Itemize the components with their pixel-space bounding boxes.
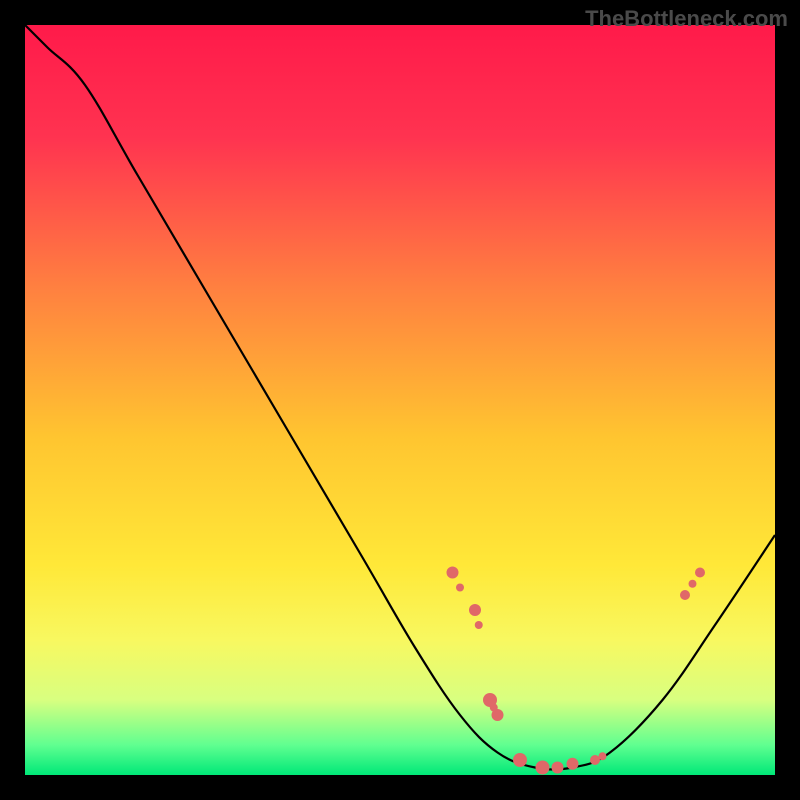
data-marker — [680, 590, 690, 600]
data-marker — [599, 752, 607, 760]
data-marker — [590, 755, 600, 765]
chart-container: TheBottleneck.com — [0, 0, 800, 800]
data-marker — [689, 580, 697, 588]
data-marker — [695, 568, 705, 578]
bottleneck-chart — [25, 25, 775, 775]
data-marker — [513, 753, 527, 767]
watermark-text: TheBottleneck.com — [585, 6, 788, 32]
data-marker — [469, 604, 481, 616]
data-marker — [552, 762, 564, 774]
data-marker — [447, 567, 459, 579]
gradient-background — [25, 25, 775, 775]
data-marker — [456, 584, 464, 592]
data-marker — [475, 621, 483, 629]
data-marker — [536, 761, 550, 775]
data-marker — [567, 758, 579, 770]
chart-area — [25, 25, 775, 775]
data-marker — [492, 709, 504, 721]
